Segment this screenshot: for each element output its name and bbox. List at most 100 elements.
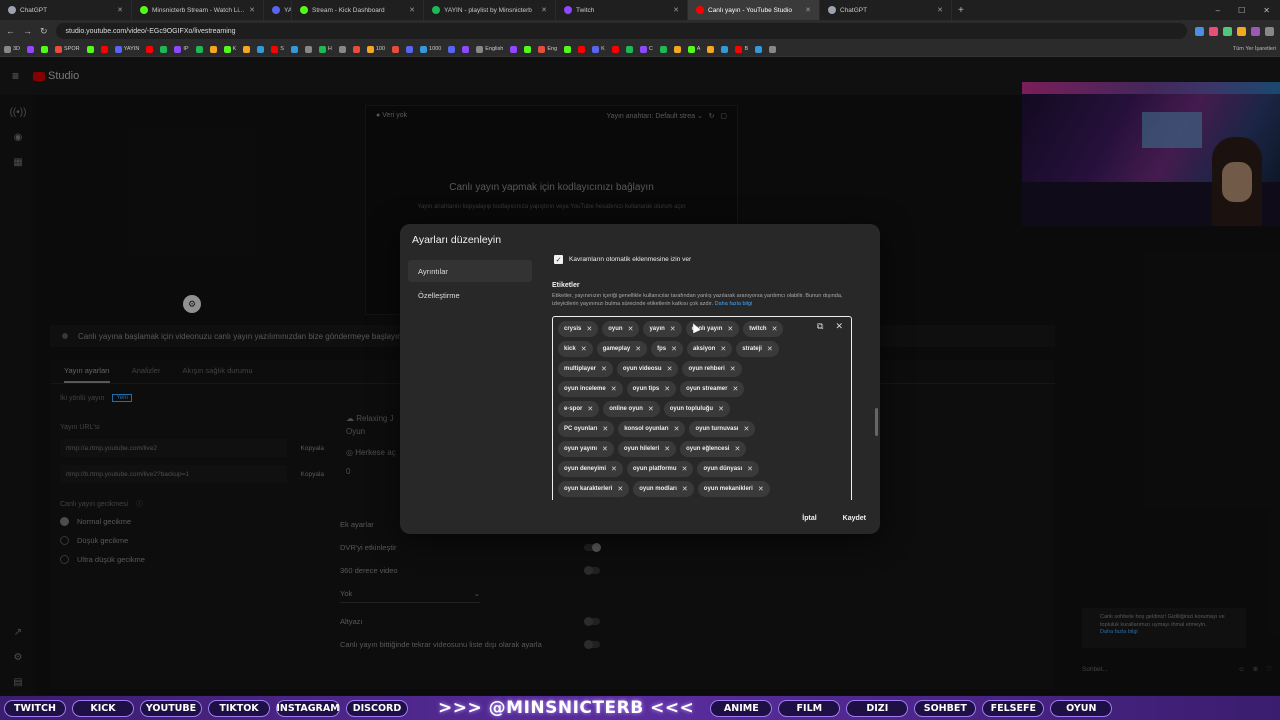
tag-chip[interactable]: fps ✕ <box>651 341 683 357</box>
close-tab-icon[interactable]: ✕ <box>249 6 255 14</box>
remove-tag-icon[interactable]: ✕ <box>667 365 673 373</box>
extension-icon[interactable] <box>1195 26 1204 36</box>
remove-tag-icon[interactable]: ✕ <box>601 365 607 373</box>
remove-tag-icon[interactable]: ✕ <box>682 485 688 493</box>
bookmark-item[interactable]: K <box>592 45 605 53</box>
tags-learn-more-link[interactable]: Daha fazla bilgi <box>715 301 753 307</box>
browser-tab[interactable]: ChatGPT ✕ <box>0 0 132 20</box>
close-window-icon[interactable]: ✕ <box>1263 6 1270 15</box>
bookmark-icon[interactable] <box>462 45 470 53</box>
close-tab-icon[interactable]: ✕ <box>117 6 123 14</box>
remove-tag-icon[interactable]: ✕ <box>611 465 617 473</box>
remove-tag-icon[interactable]: ✕ <box>732 385 738 393</box>
dialog-scrollbar[interactable] <box>875 408 878 436</box>
bookmark-icon[interactable] <box>160 45 168 53</box>
bookmark-icon[interactable] <box>195 45 203 53</box>
menu-icon[interactable] <box>1265 26 1274 36</box>
tag-chip[interactable]: oyun turnuvası ✕ <box>689 421 756 437</box>
tag-chip[interactable]: e-spor ✕ <box>558 401 600 417</box>
bookmark-item[interactable]: 3D <box>4 45 20 53</box>
tag-chip[interactable]: oyun platformu ✕ <box>626 461 694 477</box>
remove-tag-icon[interactable]: ✕ <box>743 425 749 433</box>
bookmark-icon[interactable] <box>338 45 346 53</box>
maximize-icon[interactable]: ☐ <box>1238 6 1245 15</box>
tag-chip[interactable]: oyun mekanikleri ✕ <box>697 481 770 497</box>
close-tab-icon[interactable]: ✕ <box>541 6 547 14</box>
bookmark-item[interactable]: A <box>687 45 700 53</box>
tag-chip[interactable]: crysis ✕ <box>558 321 599 337</box>
remove-tag-icon[interactable]: ✕ <box>628 325 634 333</box>
browser-tab[interactable]: Twitch ✕ <box>556 0 688 20</box>
browser-tab[interactable]: Stream - Kick Dashboard ✕ <box>292 0 424 20</box>
remove-tag-icon[interactable]: ✕ <box>587 405 593 413</box>
remove-tag-icon[interactable]: ✕ <box>727 325 733 333</box>
bookmark-icon[interactable] <box>625 45 633 53</box>
tag-chip[interactable]: oyun rehberi ✕ <box>682 361 742 377</box>
tag-chip[interactable]: oyun deneyimi ✕ <box>558 461 623 477</box>
bookmark-icon[interactable] <box>352 45 360 53</box>
bookmark-item[interactable]: K <box>223 45 236 53</box>
browser-tab[interactable]: Minsnicterb Stream - Watch Li... ✕ <box>132 0 264 20</box>
remove-tag-icon[interactable]: ✕ <box>617 485 623 493</box>
bookmark-item[interactable]: B <box>735 45 748 53</box>
tag-chip[interactable]: kick ✕ <box>558 341 593 357</box>
remove-tag-icon[interactable]: ✕ <box>747 465 753 473</box>
tag-chip[interactable]: oyun streamer ✕ <box>680 381 745 397</box>
bookmark-item[interactable]: English <box>476 45 503 53</box>
url-input[interactable]: studio.youtube.com/video/-EGc9OGIFXo/liv… <box>55 23 1187 39</box>
remove-tag-icon[interactable]: ✕ <box>648 405 654 413</box>
close-tab-icon[interactable]: ✕ <box>673 6 679 14</box>
tag-chip[interactable]: online oyun ✕ <box>603 401 660 417</box>
bookmark-item[interactable]: 1000 <box>420 45 441 53</box>
tag-chip[interactable]: oyun modları ✕ <box>633 481 694 497</box>
tag-chip[interactable]: oyun karakterleri ✕ <box>558 481 630 497</box>
tag-chip[interactable]: aksiyon ✕ <box>687 341 733 357</box>
bookmark-icon[interactable] <box>209 45 217 53</box>
extension-icon[interactable] <box>1237 26 1246 36</box>
tag-chip[interactable]: oyun yayını ✕ <box>558 441 614 457</box>
remove-tag-icon[interactable]: ✕ <box>720 345 726 353</box>
remove-tag-icon[interactable]: ✕ <box>664 385 670 393</box>
bookmark-item[interactable]: 100 <box>366 45 385 53</box>
bookmark-icon[interactable] <box>243 45 251 53</box>
extension-icon[interactable] <box>1209 26 1218 36</box>
remove-tag-icon[interactable]: ✕ <box>682 465 688 473</box>
browser-tab[interactable]: Canlı yayın - YouTube Studio ✕ <box>688 0 820 20</box>
tag-chip[interactable]: oyun inceleme ✕ <box>558 381 623 397</box>
tag-chip[interactable]: oyun topluluğu ✕ <box>663 401 730 417</box>
bookmark-icon[interactable] <box>290 45 298 53</box>
save-button[interactable]: Kaydet <box>839 511 870 526</box>
tag-chip[interactable]: oyun dünyası ✕ <box>697 461 759 477</box>
browser-tab[interactable]: YAYIN <box>264 0 292 20</box>
tag-chip[interactable]: oyun hileleri ✕ <box>617 441 677 457</box>
remove-tag-icon[interactable]: ✕ <box>674 425 680 433</box>
bookmark-item[interactable]: C <box>639 45 653 53</box>
bookmark-icon[interactable] <box>707 45 715 53</box>
bookmark-icon[interactable] <box>304 45 312 53</box>
remove-tag-icon[interactable]: ✕ <box>670 325 676 333</box>
tag-chip[interactable]: PC oyunları ✕ <box>558 421 615 437</box>
bookmark-item[interactable]: IP <box>174 45 189 53</box>
browser-tab[interactable]: YAYIN - playlist by Minsnicterb ✕ <box>424 0 556 20</box>
bookmark-icon[interactable] <box>510 45 518 53</box>
tag-chip[interactable]: oyun tips ✕ <box>626 381 677 397</box>
close-tab-icon[interactable]: ✕ <box>805 6 811 14</box>
new-tab-icon[interactable]: + <box>952 5 970 16</box>
extension-icon[interactable] <box>1251 26 1260 36</box>
tag-chip[interactable]: konsol oyunları ✕ <box>618 421 686 437</box>
bookmark-icon[interactable] <box>721 45 729 53</box>
bookmark-icon[interactable] <box>611 45 619 53</box>
tag-chip[interactable]: oyun ✕ <box>602 321 640 337</box>
forward-icon[interactable]: → <box>23 26 32 36</box>
bookmark-icon[interactable] <box>659 45 667 53</box>
remove-tag-icon[interactable]: ✕ <box>635 345 641 353</box>
remove-tag-icon[interactable]: ✕ <box>602 425 608 433</box>
bookmark-icon[interactable] <box>86 45 94 53</box>
bookmark-icon[interactable] <box>769 45 777 53</box>
bookmark-icon[interactable] <box>41 45 49 53</box>
bookmark-icon[interactable] <box>524 45 532 53</box>
tag-chip[interactable]: oyun eğlencesi ✕ <box>680 441 747 457</box>
tag-chip[interactable]: oyun videosu ✕ <box>616 361 679 377</box>
reload-icon[interactable]: ↻ <box>40 26 48 37</box>
bookmark-item[interactable]: H <box>318 45 332 53</box>
